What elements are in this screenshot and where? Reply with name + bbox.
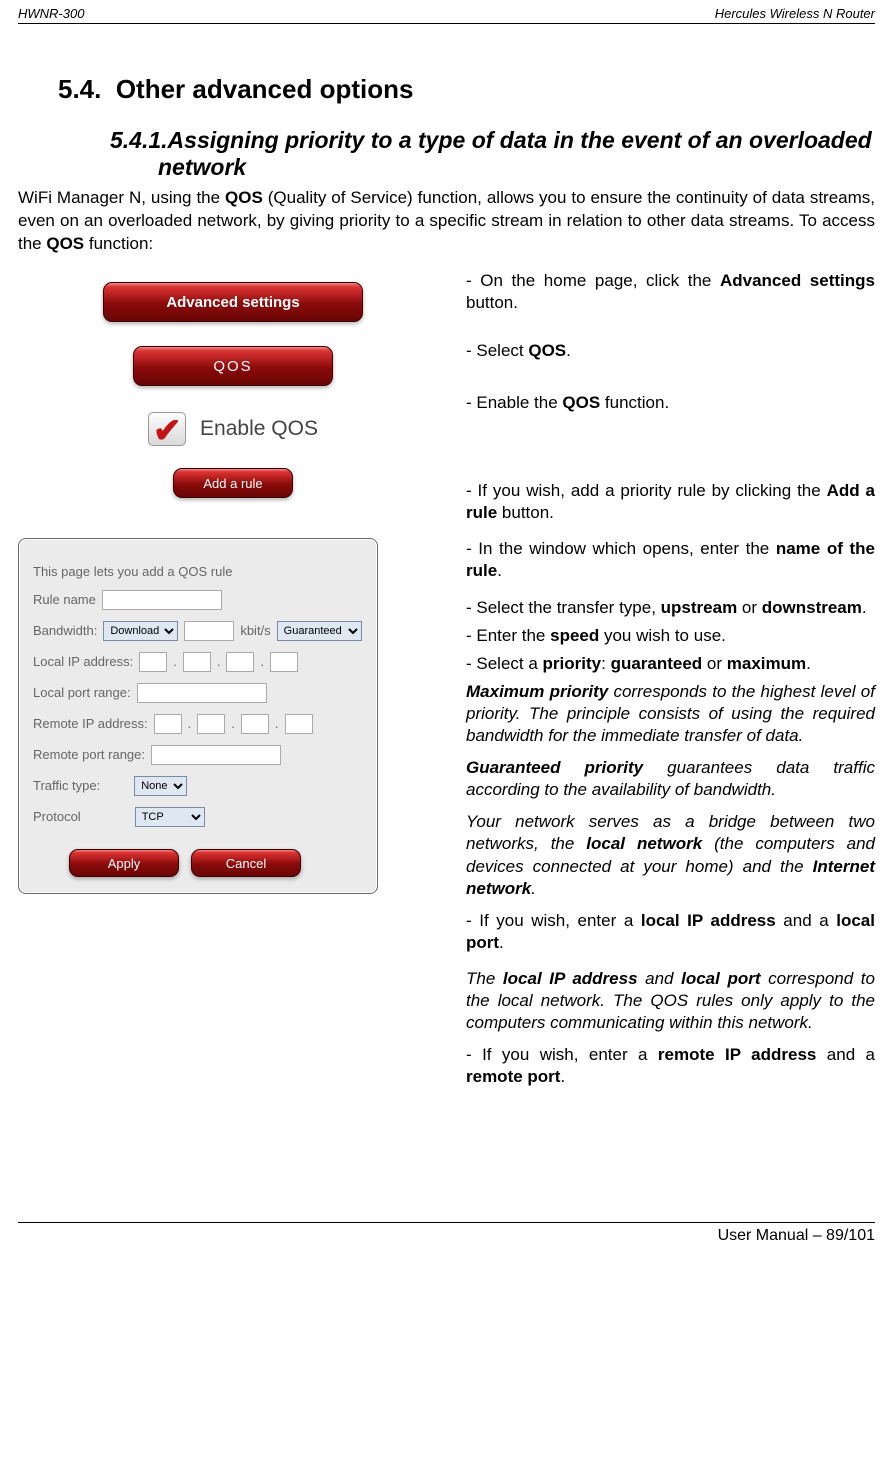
rule-name-label: Rule name (33, 592, 96, 607)
bandwidth-direction-select[interactable]: Download (103, 621, 178, 641)
step-local-ip: - If you wish, enter a local IP address … (466, 910, 875, 954)
footer: User Manual – 89/101 (18, 1222, 875, 1257)
header-rule (18, 23, 875, 24)
local-ip-4[interactable] (270, 652, 298, 672)
header-model: HWNR-300 (18, 6, 84, 21)
local-ip-label: Local IP address: (33, 654, 133, 669)
step-1: - On the home page, click the Advanced s… (466, 270, 875, 314)
step-3: - Enable the QOS function. (466, 392, 875, 414)
header-product: Hercules Wireless N Router (715, 6, 875, 21)
step-6: - Select the transfer type, upstream or … (466, 597, 875, 619)
traffic-type-select[interactable]: None (134, 776, 187, 796)
rule-name-input[interactable] (102, 590, 222, 610)
section-title: Other advanced options (116, 74, 414, 104)
qos-button[interactable]: QOS (133, 346, 333, 386)
bandwidth-value-input[interactable] (184, 621, 234, 641)
bandwidth-label: Bandwidth: (33, 623, 97, 638)
protocol-label: Protocol (33, 809, 81, 824)
page-header: HWNR-300 Hercules Wireless N Router (18, 0, 875, 23)
para-bridge: Your network serves as a bridge between … (466, 811, 875, 899)
enable-qos-checkbox[interactable]: ✔ (148, 412, 186, 446)
check-icon: ✔ (153, 411, 182, 451)
bandwidth-priority-select[interactable]: Guaranteed (277, 621, 362, 641)
protocol-select[interactable]: TCP (135, 807, 205, 827)
local-ip-1[interactable] (139, 652, 167, 672)
enable-qos-label: Enable QOS (200, 417, 318, 441)
enable-qos-row: ✔ Enable QOS (103, 412, 363, 446)
local-ip-2[interactable] (183, 652, 211, 672)
subsection-title: Assigning priority to a type of data in … (158, 127, 872, 180)
step-remote-ip: - If you wish, enter a remote IP address… (466, 1044, 875, 1088)
section-num: 5.4. (58, 74, 101, 104)
local-ip-3[interactable] (226, 652, 254, 672)
step-4: - If you wish, add a priority rule by cl… (466, 480, 875, 524)
local-port-label: Local port range: (33, 685, 131, 700)
form-intro: This page lets you add a QOS rule (33, 564, 232, 579)
footer-rule (18, 1222, 875, 1223)
remote-ip-1[interactable] (154, 714, 182, 734)
para-local-explain: The local IP address and local port corr… (466, 968, 875, 1034)
step-8: - Select a priority: guaranteed or maxim… (466, 653, 875, 675)
local-port-input[interactable] (137, 683, 267, 703)
para-guaranteed-priority: Guaranteed priority guarantees data traf… (466, 757, 875, 801)
section-heading: 5.4. Other advanced options (58, 74, 875, 105)
para-max-priority: Maximum priority corresponds to the high… (466, 681, 875, 747)
apply-button[interactable]: Apply (69, 849, 179, 877)
advanced-settings-button[interactable]: Advanced settings (103, 282, 363, 322)
add-rule-button[interactable]: Add a rule (173, 468, 293, 498)
subsection-num: 5.4.1. (110, 127, 168, 153)
kbits-label: kbit/s (240, 623, 270, 638)
right-column: - On the home page, click the Advanced s… (466, 270, 875, 1103)
subsection-heading: 5.4.1.Assigning priority to a type of da… (110, 127, 875, 181)
cancel-button[interactable]: Cancel (191, 849, 301, 877)
intro-paragraph: WiFi Manager N, using the QOS (Quality o… (18, 187, 875, 256)
remote-ip-2[interactable] (197, 714, 225, 734)
remote-ip-4[interactable] (285, 714, 313, 734)
remote-port-label: Remote port range: (33, 747, 145, 762)
step-2: - Select QOS. (466, 340, 875, 362)
left-column: Advanced settings QOS ✔ Enable QOS Add a… (18, 270, 448, 1103)
traffic-type-label: Traffic type: (33, 778, 100, 793)
remote-ip-label: Remote IP address: (33, 716, 148, 731)
remote-port-input[interactable] (151, 745, 281, 765)
page-number: User Manual – 89/101 (718, 1227, 875, 1244)
qos-rule-form: This page lets you add a QOS rule Rule n… (18, 538, 378, 894)
step-7: - Enter the speed you wish to use. (466, 625, 875, 647)
step-5: - In the window which opens, enter the n… (466, 538, 875, 582)
remote-ip-3[interactable] (241, 714, 269, 734)
